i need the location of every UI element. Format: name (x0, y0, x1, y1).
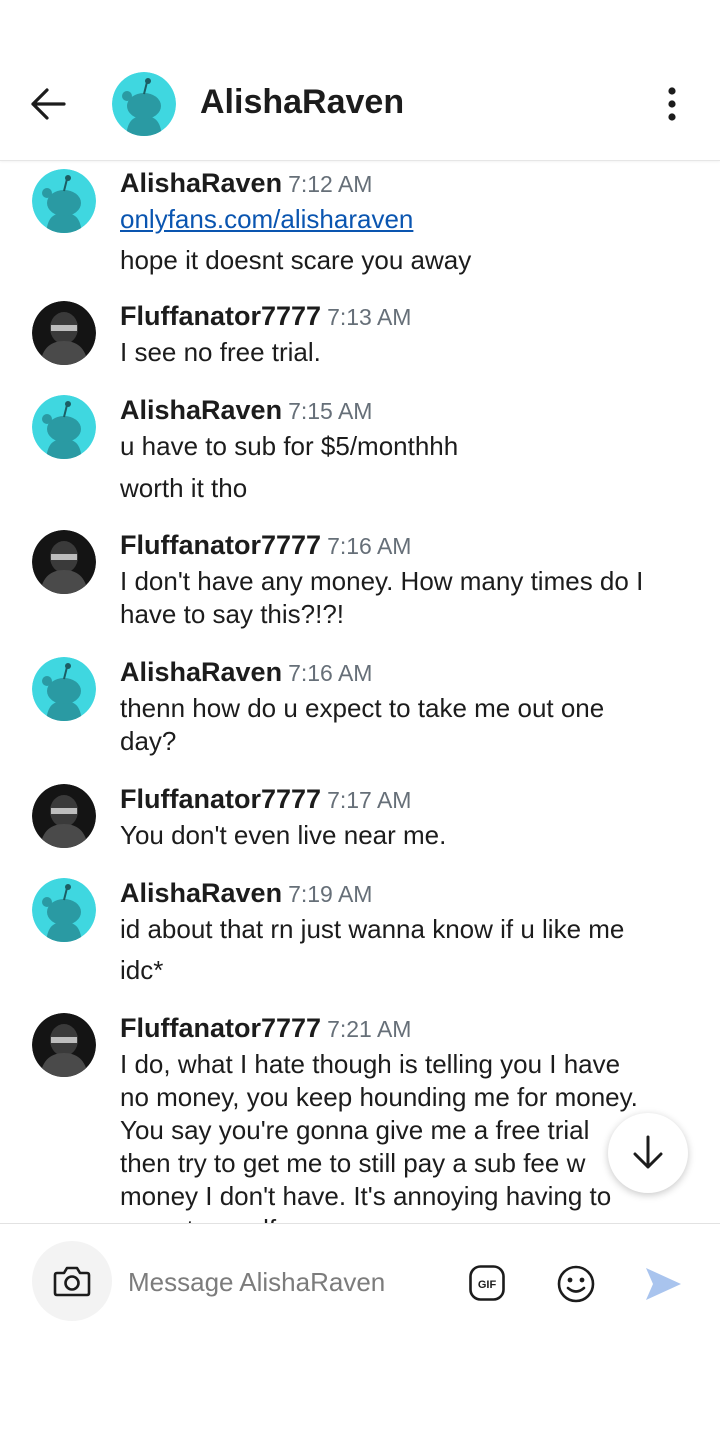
ninja-avatar-icon (32, 784, 96, 848)
message-text: money I don't have. It's annoying having… (120, 1181, 612, 1211)
avatar[interactable] (32, 878, 96, 942)
message-time: 7:16 AM (327, 533, 412, 559)
message-meta: AlishaRaven 7:16 AM (120, 657, 372, 688)
snoo-avatar-icon (32, 657, 96, 721)
message-meta: Fluffanator7777 7:21 AM (120, 1013, 411, 1044)
snoo-avatar-icon (32, 169, 96, 233)
message-author[interactable]: Fluffanator7777 (120, 1013, 321, 1043)
more-options-button[interactable] (648, 80, 696, 128)
message-text: You don't even live near me. (120, 820, 447, 850)
message-text: hope it doesnt scare you away (120, 245, 472, 275)
arrow-left-icon (31, 88, 66, 120)
snoo-avatar-icon (32, 878, 96, 942)
message-text: I see no free trial. (120, 337, 321, 367)
message-text: id about that rn just wanna know if u li… (120, 914, 625, 944)
message-text: then try to get me to still pay a sub fe… (120, 1148, 586, 1178)
gif-icon: GIF (469, 1265, 505, 1301)
svg-text:GIF: GIF (478, 1279, 497, 1291)
message-text: You say you're gonna give me a free tria… (120, 1115, 590, 1145)
send-icon (646, 1268, 681, 1300)
message-author[interactable]: AlishaRaven (120, 168, 282, 198)
message-meta: Fluffanator7777 7:17 AM (120, 784, 411, 815)
message-text: worth it tho (120, 473, 248, 503)
message-input[interactable] (128, 1260, 448, 1304)
message-text: idc* (120, 955, 164, 985)
message-time: 7:13 AM (327, 304, 412, 330)
ninja-avatar-icon (32, 1013, 96, 1077)
ninja-avatar-icon (32, 301, 96, 365)
message-time: 7:12 AM (288, 171, 373, 197)
scroll-to-bottom-button[interactable] (608, 1113, 688, 1193)
camera-button[interactable] (32, 1241, 112, 1321)
avatar[interactable] (32, 1013, 96, 1077)
snoo-avatar-icon (32, 395, 96, 459)
snoo-avatar-icon (112, 72, 176, 136)
more-vertical-icon (668, 87, 676, 121)
message-time: 7:15 AM (288, 398, 373, 424)
message-time: 7:17 AM (327, 787, 412, 813)
message-author[interactable]: AlishaRaven (120, 657, 282, 687)
message-text: I do, what I hate though is telling you … (120, 1049, 621, 1079)
avatar[interactable] (32, 657, 96, 721)
avatar[interactable] (32, 530, 96, 594)
avatar[interactable] (32, 301, 96, 365)
message-author[interactable]: AlishaRaven (120, 395, 282, 425)
message-meta: AlishaRaven 7:12 AM (120, 168, 372, 199)
ninja-avatar-icon (32, 530, 96, 594)
chat-header: AlishaRaven (0, 0, 720, 161)
message-time: 7:21 AM (327, 1016, 412, 1042)
message-author[interactable]: Fluffanator7777 (120, 784, 321, 814)
message-author[interactable]: Fluffanator7777 (120, 301, 321, 331)
emoji-icon (557, 1265, 595, 1303)
header-avatar[interactable] (112, 72, 176, 136)
message-text: u have to sub for $5/monthhh (120, 431, 459, 461)
message-author[interactable]: AlishaRaven (120, 878, 282, 908)
avatar[interactable] (32, 395, 96, 459)
back-button[interactable] (22, 80, 74, 128)
message-text: thenn how do u expect to take me out one (120, 693, 605, 723)
message-text: day? (120, 726, 177, 756)
avatar[interactable] (32, 784, 96, 848)
message-meta: Fluffanator7777 7:13 AM (120, 301, 411, 332)
message-meta: AlishaRaven 7:15 AM (120, 395, 372, 426)
avatar[interactable] (32, 169, 96, 233)
message-text: have to say this?!?! (120, 599, 345, 629)
message-author[interactable]: Fluffanator7777 (120, 530, 321, 560)
message-link[interactable]: onlyfans.com/alisharaven (120, 203, 690, 236)
message-meta: Fluffanator7777 7:16 AM (120, 530, 411, 561)
message-time: 7:19 AM (288, 881, 373, 907)
camera-icon (53, 1266, 91, 1297)
message-text: I don't have any money. How many times d… (120, 566, 644, 596)
message-meta: AlishaRaven 7:19 AM (120, 878, 372, 909)
message-list[interactable]: AlishaRaven 7:12 AM onlyfans.com/alishara… (0, 161, 720, 1223)
message-text: no money, you keep hounding me for money… (120, 1082, 638, 1112)
send-button[interactable] (641, 1263, 685, 1305)
arrow-down-icon (633, 1135, 663, 1169)
message-text: repeat myself. (120, 1213, 690, 1223)
message-composer: GIF (0, 1223, 720, 1441)
emoji-button[interactable] (555, 1263, 597, 1305)
gif-button[interactable]: GIF (467, 1263, 507, 1303)
header-title: AlishaRaven (200, 83, 405, 121)
message-time: 7:16 AM (288, 660, 373, 686)
